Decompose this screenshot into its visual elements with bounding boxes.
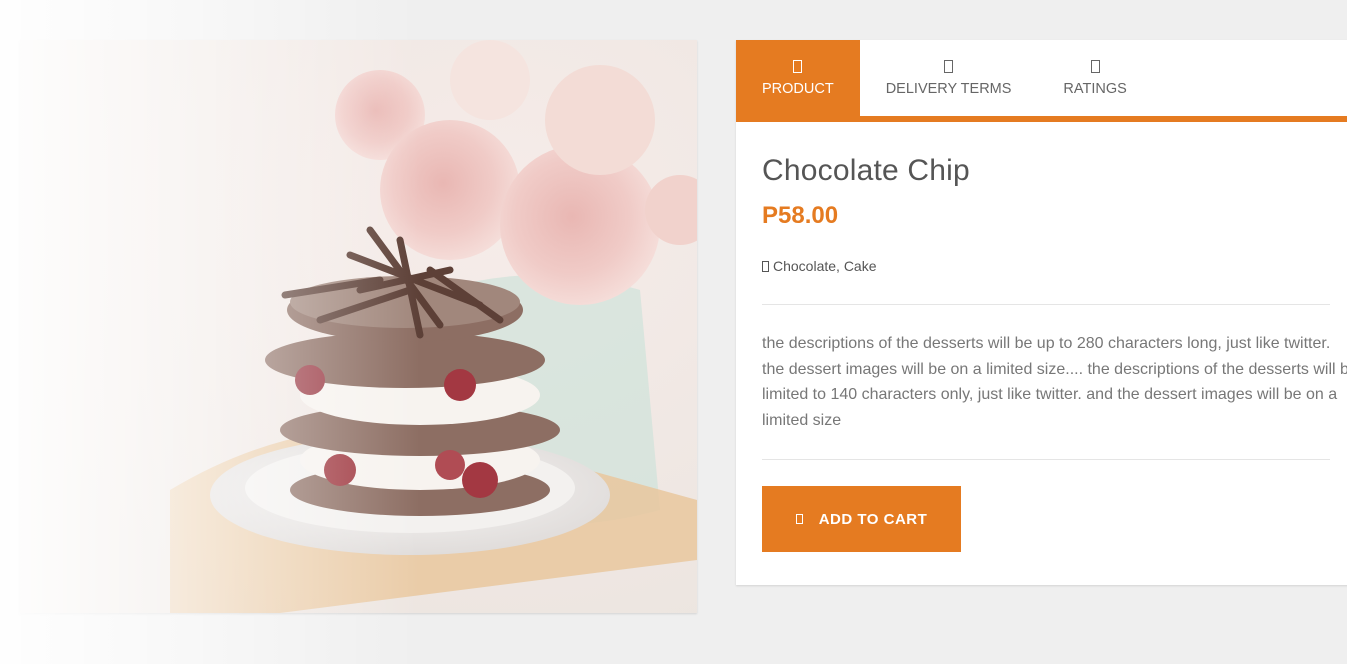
product-price: P58.00 [762, 202, 839, 229]
product-description: the descriptions of the desserts will be… [762, 331, 1347, 433]
divider [762, 459, 1330, 460]
tab-delivery-terms-label: DELIVERY TERMS [885, 80, 1012, 97]
product-icon [793, 59, 803, 73]
product-content: Chocolate Chip P58.00 Chocolate, Cake th… [736, 154, 1347, 552]
product-page: PRODUCT DELIVERY TERMS RATINGS Chocolate… [0, 0, 1347, 664]
product-tags: Chocolate, Cake [762, 258, 1330, 274]
cart-icon [795, 514, 803, 524]
product-tabs: PRODUCT DELIVERY TERMS RATINGS [736, 40, 1347, 122]
product-tags-text[interactable]: Chocolate, Cake [773, 258, 877, 274]
product-detail-card: PRODUCT DELIVERY TERMS RATINGS Chocolate… [736, 40, 1347, 585]
add-to-cart-label: ADD TO CART [818, 510, 928, 528]
add-to-cart-button[interactable]: ADD TO CART [762, 486, 961, 552]
tab-ratings[interactable]: RATINGS [1037, 40, 1152, 116]
divider [762, 304, 1330, 305]
tab-product[interactable]: PRODUCT [736, 40, 860, 116]
product-image-card [20, 40, 697, 613]
description-line: the dessert images will be on a limited … [762, 360, 1347, 378]
product-title: Chocolate Chip [762, 154, 970, 187]
tab-delivery-terms[interactable]: DELIVERY TERMS [860, 40, 1038, 116]
tab-product-label: PRODUCT [762, 80, 834, 97]
description-line: limited to 140 characters only, just lik… [762, 386, 1338, 403]
tag-icon [762, 260, 769, 272]
star-icon [1090, 59, 1100, 73]
description-line: limited size [762, 411, 842, 429]
truck-icon [944, 59, 954, 73]
dessert-photo [20, 40, 697, 613]
tab-ratings-label: RATINGS [1063, 80, 1127, 97]
description-line: the descriptions of the desserts will be… [762, 335, 1331, 352]
